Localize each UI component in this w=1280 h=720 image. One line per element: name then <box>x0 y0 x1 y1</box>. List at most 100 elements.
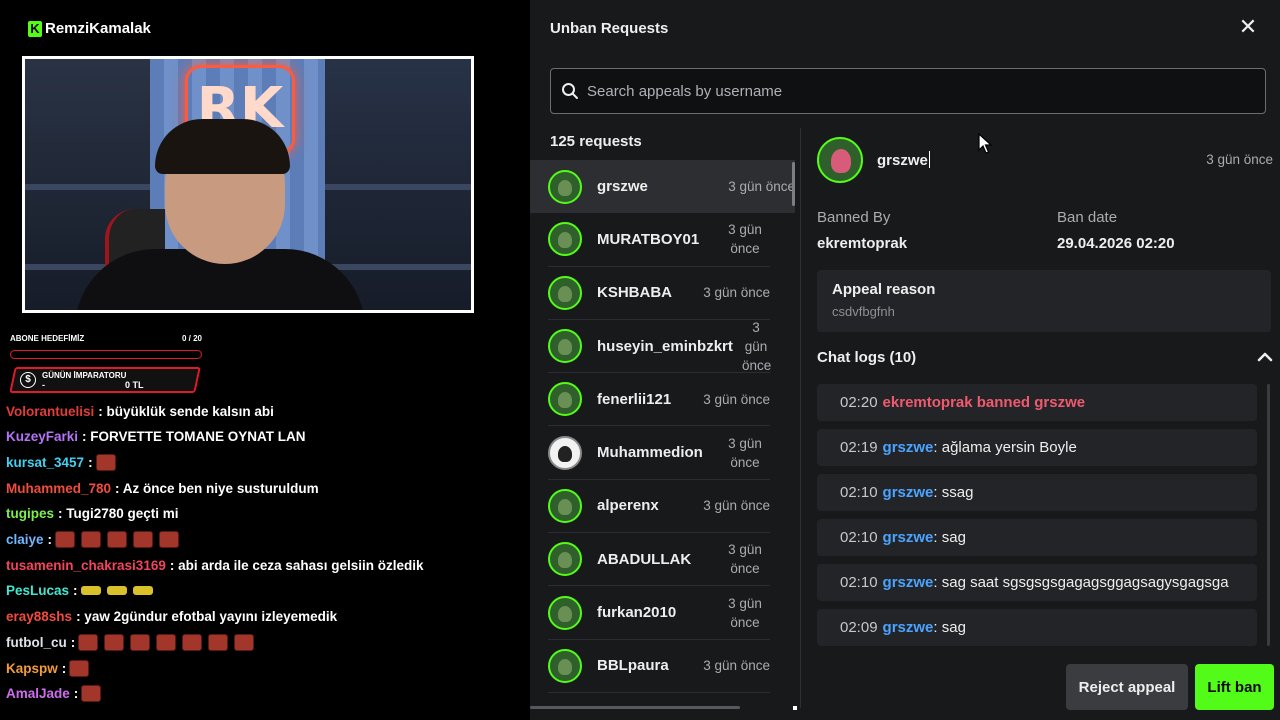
chevron-up-icon[interactable] <box>1255 347 1275 367</box>
chat-username[interactable]: KuzeyFarki <box>6 429 78 444</box>
log-time: 02:10 <box>840 574 878 591</box>
request-row[interactable]: MURATBOY01 3 gün önce <box>548 213 770 267</box>
chat-text: : <box>88 455 93 471</box>
logs-scrollbar[interactable] <box>1267 384 1270 646</box>
list-scrollbar[interactable] <box>792 162 795 206</box>
detail-username: grszwe <box>877 152 928 169</box>
emperor-label: GÜNÜN İMPARATORU <box>42 370 127 380</box>
log-text: : sag saat sgsgsgsgagagsggagsagysgagsga <box>933 574 1229 591</box>
request-username: Muhammedion <box>597 444 703 462</box>
log-time: 02:20 <box>840 394 878 411</box>
request-row[interactable]: fenerlii121 3 gün önce <box>548 373 770 427</box>
chat-message: Kapspw: <box>6 655 526 681</box>
banned-by-value: ekremtoprak <box>817 235 908 252</box>
log-username[interactable]: grszwe <box>883 574 934 591</box>
request-row[interactable]: furkan2010 3 gün önce <box>548 586 770 640</box>
log-username[interactable]: grszwe <box>883 439 934 456</box>
reject-appeal-button[interactable]: Reject appeal <box>1066 664 1188 710</box>
chat-log-entry: 02:10 grszwe: sag <box>817 519 1257 556</box>
request-username: alperenx <box>597 497 659 515</box>
channel-brand: K RemziKamalak <box>28 20 151 37</box>
avatar <box>548 542 582 577</box>
chat-username[interactable]: futbol_cu <box>6 635 67 650</box>
chat-username[interactable]: Muhammed_780 <box>6 481 111 496</box>
chat-message: Volorantuelisi: büyüklük sende kalsın ab… <box>6 398 526 424</box>
search-box[interactable] <box>550 68 1266 114</box>
chat-log-entry: 02:10 grszwe: ssag <box>817 474 1257 511</box>
avatar <box>548 648 582 683</box>
chat-logs-list: 02:20 ekremtoprak banned grszwe 02:19 grszw… <box>817 384 1257 646</box>
request-username: KSHBABA <box>597 284 672 302</box>
log-username[interactable]: grszwe <box>883 529 934 546</box>
request-row[interactable]: huseyin_eminbzkrt 3 gün önce <box>548 320 771 374</box>
ban-date-value: 29.04.2026 02:20 <box>1057 235 1175 252</box>
request-time: 3 gün önce <box>728 542 762 577</box>
chat-username[interactable]: claiye <box>6 532 44 547</box>
chat-username[interactable]: Volorantuelisi <box>6 404 94 419</box>
chat-username[interactable]: kursat_3457 <box>6 455 84 470</box>
mouse-cursor-icon <box>978 133 992 154</box>
request-username: furkan2010 <box>597 604 677 622</box>
request-row[interactable]: alperenx 3 gün önce <box>548 480 770 534</box>
log-time: 02:19 <box>840 439 878 456</box>
ban-date-label: Ban date <box>1057 209 1118 226</box>
chat-text: : <box>61 660 67 676</box>
emote-icon <box>106 586 127 596</box>
emote-icon <box>132 586 153 596</box>
chat-username[interactable]: PesLucas <box>6 583 69 598</box>
close-icon[interactable]: ✕ <box>1238 16 1258 38</box>
chat-text: : FORVETTE TOMANE OYNAT LAN <box>82 429 306 445</box>
chat-message: eray88shs: yaw 2gündur efotbal yayını iz… <box>6 604 526 630</box>
request-count: 125 requests <box>550 133 642 150</box>
request-row[interactable]: ABADULLAK 3 gün önce <box>548 533 770 587</box>
search-input[interactable] <box>587 82 1237 100</box>
chat-username[interactable]: AmalJade <box>6 686 70 701</box>
avatar <box>548 329 582 364</box>
request-row[interactable]: grszwe 3 gün önce <box>530 160 795 214</box>
request-username: ABADULLAK <box>597 550 692 568</box>
request-username: BBLpaura <box>597 657 669 675</box>
list-horizontal-scrollbar[interactable] <box>530 706 740 709</box>
emote-icon <box>69 659 90 677</box>
chat-message: tusamenin_chakrasi3169: abi arda ile cez… <box>6 552 526 578</box>
avatar <box>548 275 582 310</box>
chat-message: AmalJade: <box>6 681 526 707</box>
request-time: 3 gün önce <box>703 285 770 301</box>
emote-icon <box>81 685 102 703</box>
goal-label: ABONE HEDEFİMİZ <box>10 334 85 343</box>
emote-icon <box>95 454 116 472</box>
banned-by-label: Banned By <box>817 209 891 226</box>
chat-username[interactable]: Kapspw <box>6 661 58 676</box>
request-list: grszwe 3 gün önce MURATBOY01 3 gün önce KSHB… <box>530 160 795 705</box>
emote-icon <box>107 531 128 549</box>
chat-message: Muhammed_780 : Az önce ben niye susturuld… <box>6 475 526 501</box>
lift-ban-button[interactable]: Lift ban <box>1195 664 1274 710</box>
request-username: fenerlii121 <box>597 390 672 408</box>
dollar-coin-icon: $ <box>20 372 36 388</box>
emperor-name: - <box>42 379 45 390</box>
emote-icon <box>104 633 125 651</box>
chat-text: : abi arda ile ceza sahası gelsiin özled… <box>169 557 424 573</box>
goal-value: 0 / 20 <box>181 334 202 343</box>
avatar <box>548 595 582 630</box>
detail-time: 3 gün önce <box>1206 152 1273 167</box>
chat-text: : Az önce ben niye susturuldum <box>115 480 319 496</box>
log-username[interactable]: grszwe <box>883 619 934 636</box>
request-row[interactable]: Muhammedion 3 gün önce <box>548 426 770 480</box>
log-username[interactable]: grszwe <box>883 484 934 501</box>
chat-username[interactable]: tugipes <box>6 506 54 521</box>
log-time: 02:10 <box>840 529 878 546</box>
request-username: MURATBOY01 <box>597 230 700 248</box>
avatar <box>548 382 582 417</box>
request-row[interactable]: KSHBABA 3 gün önce <box>548 267 770 320</box>
chat-username[interactable]: eray88shs <box>6 609 72 624</box>
kick-logo-icon: K <box>28 20 42 37</box>
request-time: 3 gün önce <box>728 435 762 470</box>
emote-icon <box>208 633 229 651</box>
log-text: : sag <box>933 619 966 636</box>
chat-log-entry: 02:10 grszwe: sag saat sgsgsgsgagagsggags… <box>817 564 1257 601</box>
request-row[interactable]: BBLpaura 3 gün önce <box>548 640 770 693</box>
log-time: 02:10 <box>840 484 878 501</box>
chat-log-entry: 02:19 grszwe: ağlama yersin Boyle <box>817 429 1257 466</box>
chat-username[interactable]: tusamenin_chakrasi3169 <box>6 558 166 573</box>
